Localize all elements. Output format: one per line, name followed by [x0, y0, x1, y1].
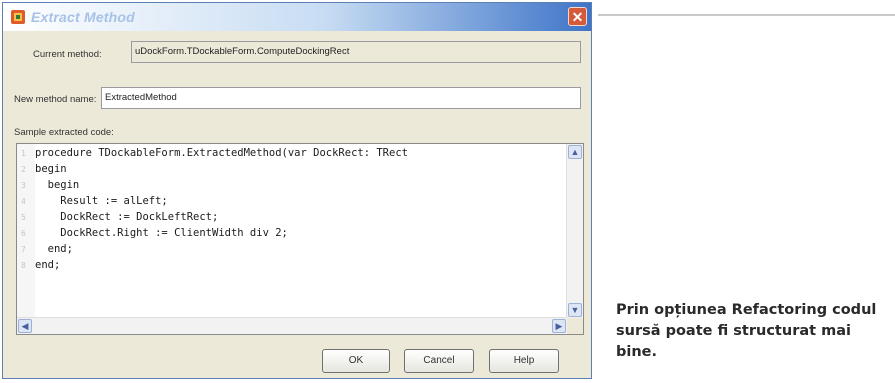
- title-bar[interactable]: Extract Method ✕: [3, 3, 591, 31]
- code-line: 4 Result := alLeft;: [21, 195, 168, 207]
- close-button[interactable]: ✕: [568, 7, 587, 26]
- top-divider: [598, 14, 895, 16]
- chevron-right-icon: ▶: [555, 321, 563, 331]
- app-icon: [11, 10, 25, 24]
- code-line: 5 DockRect := DockLeftRect;: [21, 211, 219, 223]
- scroll-down-button[interactable]: ▼: [568, 303, 582, 317]
- scroll-up-button[interactable]: ▲: [568, 145, 582, 159]
- code-line: 7 end;: [21, 243, 73, 255]
- scrollbar-corner: [567, 318, 583, 334]
- current-method-field[interactable]: uDockForm.TDockableForm.ComputeDockingRe…: [131, 41, 581, 63]
- code-line: 2 begin: [21, 163, 67, 175]
- new-method-name-input[interactable]: ExtractedMethod: [101, 87, 581, 109]
- chevron-down-icon: ▼: [570, 305, 580, 315]
- ok-button[interactable]: OK: [322, 349, 390, 373]
- dialog-title: Extract Method: [31, 9, 135, 25]
- figure-caption: Prin opțiunea Refactoring codul sursă po…: [616, 302, 877, 360]
- code-line: 8 end;: [21, 259, 61, 271]
- current-method-label: Current method:: [33, 49, 102, 60]
- sample-code-editor[interactable]: 1 procedure TDockableForm.ExtractedMethod…: [16, 143, 584, 335]
- help-button[interactable]: Help: [489, 349, 559, 373]
- new-method-name-label: New method name:: [14, 94, 97, 105]
- code-line: 3 begin: [21, 179, 80, 191]
- horizontal-scrollbar[interactable]: ◀ ▶: [17, 317, 567, 334]
- scroll-right-button[interactable]: ▶: [552, 319, 566, 333]
- vertical-scrollbar[interactable]: ▲ ▼: [566, 144, 583, 318]
- code-line: 1 procedure TDockableForm.ExtractedMethod…: [21, 147, 408, 159]
- scroll-left-button[interactable]: ◀: [18, 319, 32, 333]
- chevron-up-icon: ▲: [570, 147, 580, 157]
- extract-method-dialog: Extract Method ✕ Current method: uDockFo…: [2, 2, 592, 379]
- sample-code-label: Sample extracted code:: [14, 127, 114, 138]
- chevron-left-icon: ◀: [21, 321, 29, 331]
- cancel-button[interactable]: Cancel: [404, 349, 474, 373]
- code-line: 6 DockRect.Right := ClientWidth div 2;: [21, 227, 288, 239]
- close-icon: ✕: [571, 9, 584, 25]
